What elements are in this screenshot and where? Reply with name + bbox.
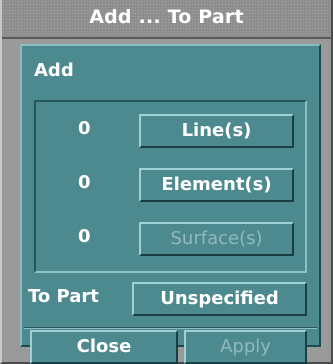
- close-button[interactable]: Close: [30, 330, 178, 364]
- add-surfaces-button: Surface(s): [139, 222, 294, 256]
- to-part-label: To Part: [28, 286, 99, 307]
- add-items-group: 0 Line(s) 0 Element(s) 0 Surface(s): [34, 100, 307, 273]
- add-label: Add: [34, 60, 74, 81]
- part-selector-button[interactable]: Unspecified: [132, 282, 307, 316]
- separator: [24, 327, 317, 329]
- element-count: 0: [78, 172, 91, 193]
- dialog-panel: Add 0 Line(s) 0 Element(s) 0 Surface(s) …: [20, 44, 321, 347]
- line-count: 0: [78, 118, 91, 139]
- surface-count: 0: [78, 226, 91, 247]
- add-lines-button[interactable]: Line(s): [139, 114, 294, 148]
- apply-button: Apply: [184, 330, 307, 364]
- dialog-window: Add ... To Part Add 0 Line(s) 0 Element(…: [0, 0, 333, 364]
- add-elements-button[interactable]: Element(s): [139, 168, 294, 202]
- window-title: Add ... To Part: [89, 6, 244, 28]
- title-bar[interactable]: Add ... To Part: [2, 0, 331, 39]
